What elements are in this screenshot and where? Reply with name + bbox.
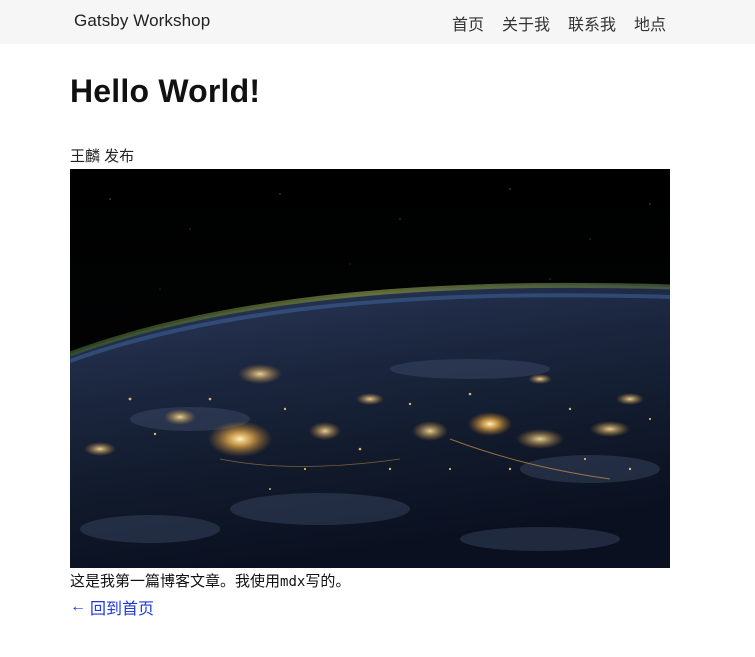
- site-header: Gatsby Workshop 首页 关于我 联系我 地点: [0, 0, 755, 44]
- back-home-link[interactable]: ← 回到首页: [70, 595, 154, 619]
- hero-image: [70, 169, 670, 568]
- main-nav: 首页 关于我 联系我 地点: [452, 11, 666, 35]
- post-body-text-end: 写的。: [305, 573, 351, 590]
- arrow-left-icon: ←: [70, 598, 86, 615]
- post-byline: 王麟 发布: [70, 148, 135, 165]
- post-title: Hello World!: [70, 73, 261, 109]
- nav-link-home[interactable]: 首页: [452, 11, 484, 35]
- post-body-text-start: 这是我第一篇博客文章。我使用: [70, 573, 281, 590]
- site-brand-link[interactable]: Gatsby Workshop: [74, 11, 210, 31]
- nav-link-contact[interactable]: 联系我: [568, 11, 616, 35]
- nav-link-places[interactable]: 地点: [634, 11, 666, 35]
- back-home-label: 回到首页: [90, 601, 155, 618]
- post-body-code: mdx: [280, 574, 306, 590]
- nav-link-about[interactable]: 关于我: [502, 11, 550, 35]
- post-body: 这是我第一篇博客文章。我使用mdx写的。: [70, 570, 350, 591]
